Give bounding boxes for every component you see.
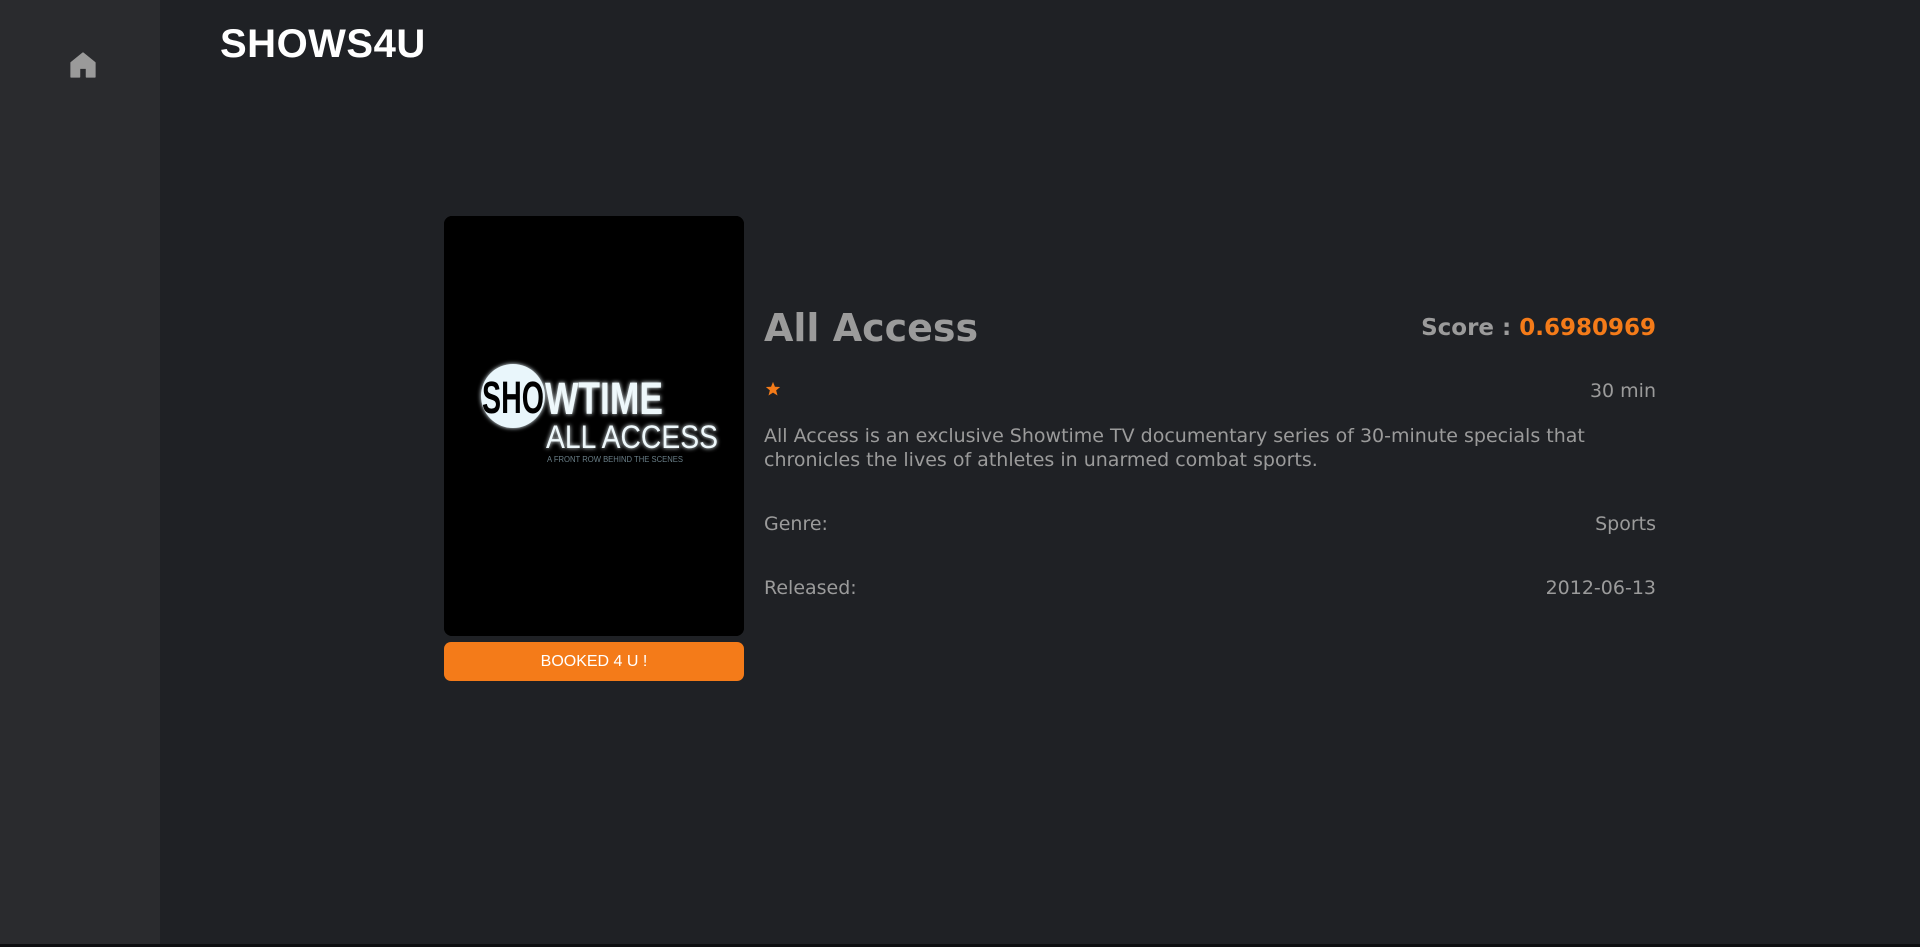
released-value: 2012-06-13 (1545, 577, 1656, 599)
poster-logo-rest: WTIME (545, 373, 663, 424)
runtime: 30 min (1589, 380, 1656, 402)
released-row: Released: 2012-06-13 (764, 576, 1656, 600)
show-description: All Access is an exclusive Showtime TV d… (764, 425, 1585, 471)
genre-label: Genre: (764, 513, 828, 535)
home-button[interactable] (66, 48, 100, 82)
show-title: All Access (764, 306, 979, 350)
poster-subtitle: ALL ACCESS (546, 419, 718, 455)
star-icon (765, 381, 781, 396)
show-poster: SHO WTIME ALL ACCESS A FRONT ROW BEHIND … (444, 216, 744, 636)
app-logo[interactable]: SHOWS4U (220, 22, 426, 67)
poster-tagline: A FRONT ROW BEHIND THE SCENES (547, 455, 683, 464)
score-display: Score : 0.6980969 (1421, 312, 1656, 344)
poster-logo-o-part: SHO (482, 372, 544, 423)
released-label: Released: (764, 577, 857, 599)
score-value: 0.6980969 (1519, 315, 1656, 341)
home-icon (70, 52, 96, 78)
genre-row: Genre: Sports (764, 512, 1656, 536)
poster-artwork: SHO WTIME ALL ACCESS A FRONT ROW BEHIND … (444, 216, 744, 636)
score-label: Score : (1421, 315, 1520, 341)
genre-value: Sports (1595, 513, 1656, 535)
app-root: SHOWS4U SHO WTIME ALL ACCESS A FRONT ROW… (0, 0, 1920, 947)
sidebar (0, 0, 160, 947)
book-button[interactable]: BOOKED 4 U ! (444, 642, 744, 681)
